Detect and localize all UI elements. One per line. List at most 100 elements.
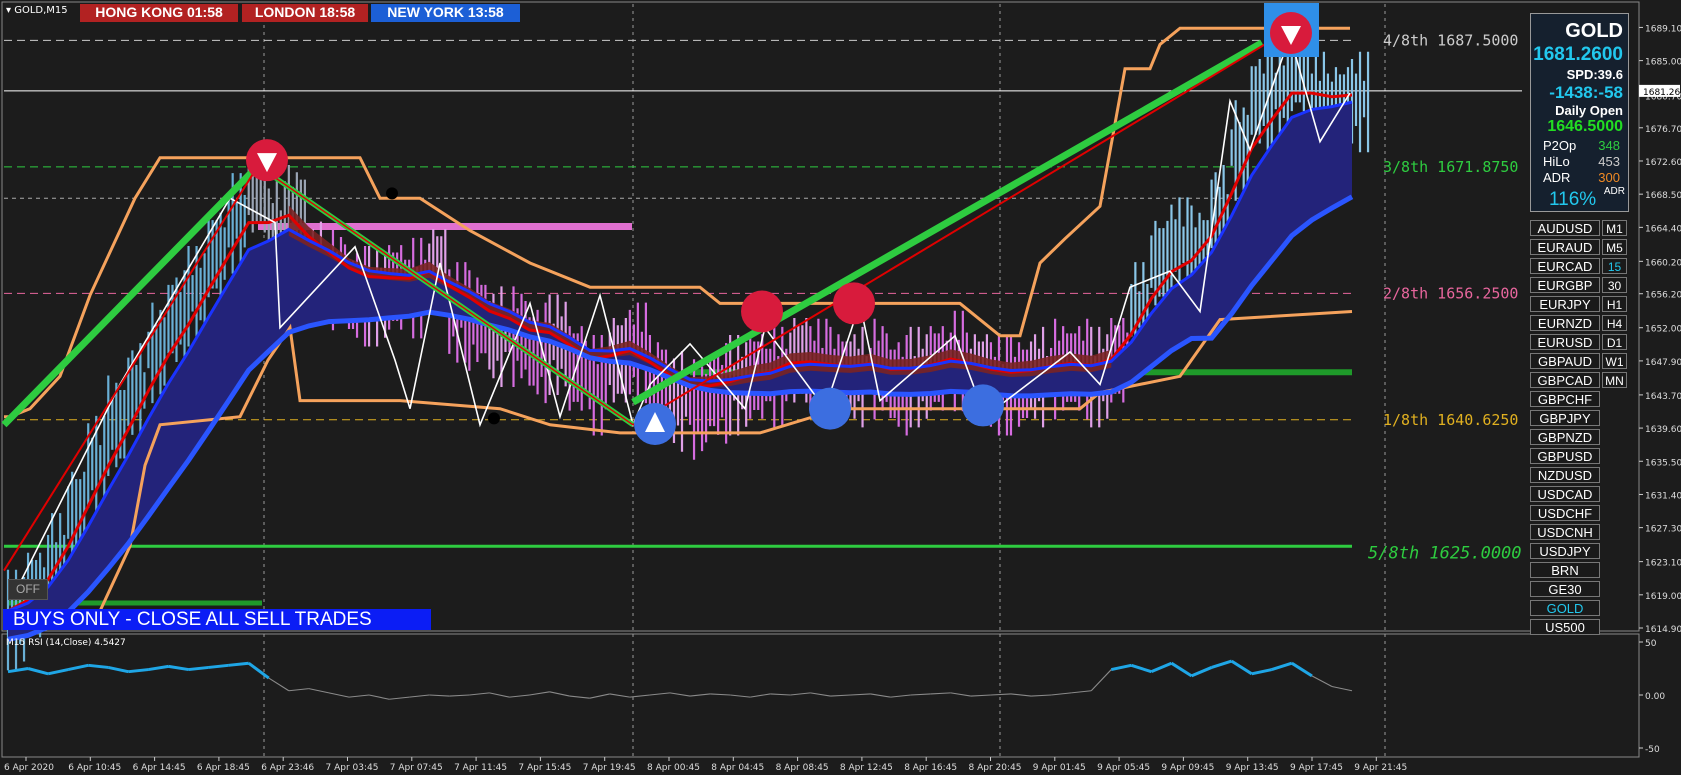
rsi-segment <box>368 694 390 700</box>
time-tick-label: 8 Apr 12:45 <box>840 763 893 773</box>
time-tick-label: 9 Apr 21:45 <box>1354 763 1407 773</box>
rsi-segment <box>669 692 691 697</box>
price-tick-label: 1647.90 <box>1645 358 1681 368</box>
time-tick-label: 8 Apr 00:45 <box>647 763 700 773</box>
symbol-button[interactable]: GOLD <box>1530 600 1600 616</box>
rsi-segment <box>128 668 149 674</box>
rsi-segment <box>1051 692 1072 696</box>
rsi-segment <box>449 694 470 697</box>
timeframe-button[interactable]: 15 <box>1602 258 1627 274</box>
symbol-button[interactable]: GBPNZD <box>1530 429 1600 445</box>
symbol-button[interactable]: GBPCHF <box>1530 391 1600 407</box>
rsi-segment <box>1170 661 1193 678</box>
swing-dot <box>386 187 398 200</box>
symbol-button[interactable]: USDCAD <box>1530 486 1600 502</box>
timeframe-button[interactable]: MN <box>1602 372 1627 388</box>
price-tick-label: 1672.60 <box>1645 158 1681 168</box>
rsi-segment <box>409 694 430 698</box>
price-tick-label: 1619.00 <box>1645 592 1681 602</box>
price-tick-label: 1631.40 <box>1645 491 1681 501</box>
symbol-button[interactable]: EURNZD <box>1530 315 1600 331</box>
timeframe-button[interactable]: H1 <box>1602 296 1627 312</box>
timeframe-button[interactable]: W1 <box>1602 353 1627 369</box>
symbol-button[interactable]: USDCNH <box>1530 524 1600 540</box>
time-tick-label: 7 Apr 15:45 <box>518 763 571 773</box>
rsi-segment <box>970 694 991 697</box>
timeframe-button[interactable]: M1 <box>1602 220 1627 236</box>
session-new-york: NEW YORK 13:58 <box>371 4 520 22</box>
rsi-tick-label: 50 <box>1645 639 1657 649</box>
symbol-button[interactable]: EURUSD <box>1530 334 1600 350</box>
symbol-button[interactable]: GE30 <box>1530 581 1600 597</box>
time-tick-label: 7 Apr 07:45 <box>390 763 443 773</box>
rsi-segment <box>1130 663 1152 674</box>
rsi-segment <box>950 692 971 697</box>
rsi-segment <box>850 693 871 696</box>
symbol-button[interactable]: GBPJPY <box>1530 410 1600 426</box>
price-tick-label: 1643.70 <box>1645 392 1681 402</box>
current-price-tag-label: 1681.26 <box>1643 88 1680 98</box>
rsi-segment <box>489 692 510 698</box>
symbol-button[interactable]: US500 <box>1530 619 1600 635</box>
rsi-segment <box>268 677 290 692</box>
rsi-segment <box>247 661 270 680</box>
rsi-segment <box>569 695 590 699</box>
chart-symbol-label: ▾ GOLD,M15 <box>6 5 68 16</box>
info-daily-open-label: Daily Open <box>1555 103 1623 118</box>
symbol-button[interactable]: GBPAUD <box>1530 353 1600 369</box>
price-tick-label: 1627.30 <box>1645 525 1681 535</box>
rsi-segment <box>1311 675 1333 688</box>
time-tick-label: 9 Apr 17:45 <box>1290 763 1343 773</box>
time-tick-label: 6 Apr 2020 <box>4 763 54 773</box>
rsi-segment <box>1031 694 1052 697</box>
timeframe-button[interactable]: 30 <box>1602 277 1627 293</box>
time-tick-label: 9 Apr 01:45 <box>1033 763 1086 773</box>
rsi-segment <box>1090 669 1112 692</box>
rsi-segment <box>549 691 570 697</box>
symbol-button[interactable]: BRN <box>1530 562 1600 578</box>
symbol-button[interactable]: EURAUD <box>1530 239 1600 255</box>
rsi-segment <box>88 663 109 669</box>
rsi-segment <box>649 692 671 696</box>
timeframe-button[interactable]: M5 <box>1602 239 1627 255</box>
symbol-button[interactable]: EURGBP <box>1530 277 1600 293</box>
rsi-segment <box>27 667 49 676</box>
rsi-segment <box>1271 661 1293 671</box>
off-button[interactable]: OFF <box>8 579 48 600</box>
rsi-label: M15 RSI (14,Close) 4.5427 <box>6 638 126 648</box>
timeframe-button[interactable]: H4 <box>1602 315 1627 331</box>
rsi-segment <box>1211 659 1233 669</box>
timeframe-button[interactable]: D1 <box>1602 334 1627 350</box>
murrey-level-label: 3/8th 1671.8750 <box>1383 158 1518 176</box>
rsi-segment <box>308 688 330 694</box>
rsi-segment <box>1331 685 1353 692</box>
buy-dot <box>962 384 1004 427</box>
info-adr-pct: 116% <box>1549 189 1597 210</box>
rsi-segment <box>148 664 169 672</box>
symbol-button[interactable]: EURJPY <box>1530 296 1600 312</box>
rsi-segment <box>830 694 851 697</box>
time-tick-label: 7 Apr 19:45 <box>583 763 636 773</box>
rsi-segment <box>609 693 630 698</box>
info-stat-value: 348 <box>1598 138 1620 153</box>
symbol-button[interactable]: NZDUSD <box>1530 467 1600 483</box>
info-price: 1681.2600 <box>1533 44 1623 65</box>
info-symbol: GOLD <box>1565 20 1623 42</box>
rsi-segment <box>1110 663 1132 672</box>
symbol-button[interactable]: EURCAD <box>1530 258 1600 274</box>
price-tick-label: 1689.10 <box>1645 24 1681 34</box>
symbol-button[interactable]: USDCHF <box>1530 505 1600 521</box>
time-axis: 6 Apr 2020 6 Apr 10:45 6 Apr 14:45 6 Apr 18… <box>4 757 1407 773</box>
buys-only-banner: BUYS ONLY - CLOSE ALL SELL TRADES <box>3 609 431 630</box>
session-london: LONDON 18:58 <box>242 4 368 22</box>
time-tick-label: 9 Apr 09:45 <box>1161 763 1214 773</box>
symbol-button[interactable]: GBPCAD <box>1530 372 1600 388</box>
symbol-button[interactable]: AUDUSD <box>1530 220 1600 236</box>
info-daily-open: 1646.5000 <box>1547 118 1623 135</box>
rsi-segment <box>208 663 229 669</box>
symbol-button[interactable]: USDJPY <box>1530 543 1600 559</box>
price-tick-label: 1639.60 <box>1645 425 1681 435</box>
price-tick-label: 1676.70 <box>1645 125 1681 135</box>
rsi-segment <box>710 693 731 696</box>
symbol-button[interactable]: GBPUSD <box>1530 448 1600 464</box>
